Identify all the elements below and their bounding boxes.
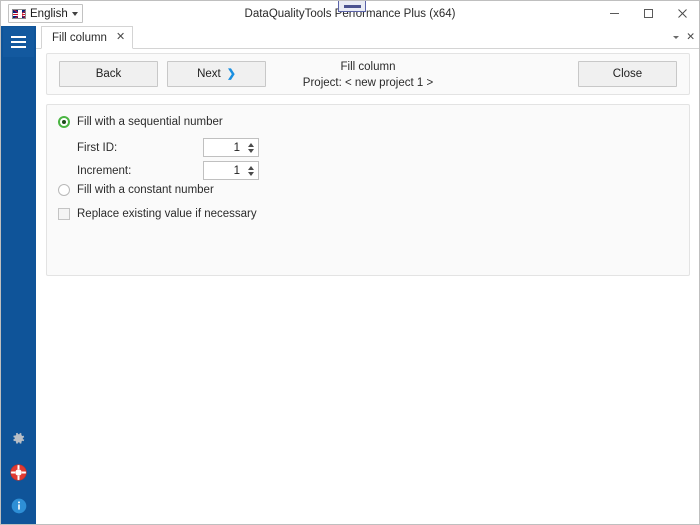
option-replace-existing[interactable]: Replace existing value if necessary — [58, 208, 257, 220]
radio-constant-icon[interactable] — [58, 184, 70, 196]
minimize-icon — [609, 8, 620, 19]
maximize-icon — [643, 8, 654, 19]
minimize-button[interactable] — [597, 1, 631, 26]
stepper-up-icon[interactable] — [248, 143, 254, 147]
increment-value[interactable]: 1 — [204, 165, 244, 177]
language-label: English — [30, 8, 68, 20]
wizard-toolbar: Back Next ❯ Fill column Project: < new p… — [46, 53, 690, 95]
increment-label: Increment: — [77, 165, 203, 177]
first-id-spinner[interactable]: 1 — [203, 138, 259, 157]
close-window-button[interactable] — [665, 1, 699, 26]
hamburger-icon-line — [11, 41, 26, 43]
application-window: English DataQualityTools Performance Plu… — [0, 0, 700, 525]
window-snap-indicator[interactable] — [338, 1, 366, 12]
settings-button[interactable] — [10, 429, 28, 447]
increment-spinner[interactable]: 1 — [203, 161, 259, 180]
support-button[interactable] — [10, 463, 28, 481]
option-label: Fill with a constant number — [77, 184, 214, 196]
close-button-label: Close — [613, 68, 642, 80]
tab-fill-column[interactable]: Fill column ✕ — [41, 26, 133, 49]
next-button[interactable]: Next ❯ — [167, 61, 266, 87]
about-button[interactable] — [10, 497, 28, 515]
close-icon — [677, 8, 688, 19]
gear-icon — [11, 431, 26, 446]
back-button[interactable]: Back — [59, 61, 158, 87]
option-fill-constant[interactable]: Fill with a constant number — [58, 184, 214, 196]
uk-flag-icon — [12, 9, 26, 19]
tab-bar-close-icon[interactable]: ✕ — [686, 32, 695, 43]
content-area: Back Next ❯ Fill column Project: < new p… — [36, 49, 699, 525]
close-button[interactable]: Close — [578, 61, 677, 87]
field-first-id: First ID: 1 — [77, 138, 259, 157]
window-controls — [597, 1, 699, 26]
stepper-down-icon[interactable] — [248, 149, 254, 153]
hamburger-icon-line — [11, 36, 26, 38]
radio-sequential-icon[interactable] — [58, 116, 70, 128]
title-bar: English DataQualityTools Performance Plu… — [1, 1, 699, 26]
option-label: Fill with a sequential number — [77, 116, 223, 128]
increment-stepper[interactable] — [244, 162, 257, 179]
tab-close-icon[interactable]: ✕ — [116, 32, 125, 43]
field-increment: Increment: 1 — [77, 161, 259, 180]
tab-label: Fill column — [52, 32, 107, 44]
first-id-stepper[interactable] — [244, 139, 257, 156]
checkbox-replace-icon[interactable] — [58, 208, 70, 220]
hamburger-icon-line — [11, 46, 26, 48]
tab-bar: Fill column ✕ ✕ — [36, 26, 699, 49]
stepper-down-icon[interactable] — [248, 172, 254, 176]
maximize-button[interactable] — [631, 1, 665, 26]
stepper-up-icon[interactable] — [248, 166, 254, 170]
info-icon — [11, 498, 27, 514]
lifebuoy-icon — [10, 464, 27, 481]
language-selector[interactable]: English — [8, 4, 83, 23]
snap-bar-icon — [344, 5, 361, 8]
option-label: Replace existing value if necessary — [77, 208, 257, 220]
tab-list-chevron-down-icon[interactable] — [673, 36, 679, 39]
back-button-label: Back — [96, 68, 122, 80]
first-id-value[interactable]: 1 — [204, 142, 244, 154]
chevron-down-icon — [72, 12, 78, 16]
sidebar-bottom-actions — [1, 429, 36, 525]
menu-toggle-button[interactable] — [3, 27, 34, 57]
option-fill-sequential[interactable]: Fill with a sequential number — [58, 116, 223, 128]
fill-column-options-panel: Fill with a sequential number First ID: … — [46, 104, 690, 276]
next-button-label: Next — [197, 68, 221, 80]
sidebar — [1, 26, 36, 525]
chevron-right-icon: ❯ — [227, 69, 236, 80]
tab-bar-controls: ✕ — [673, 26, 695, 49]
first-id-label: First ID: — [77, 142, 203, 154]
